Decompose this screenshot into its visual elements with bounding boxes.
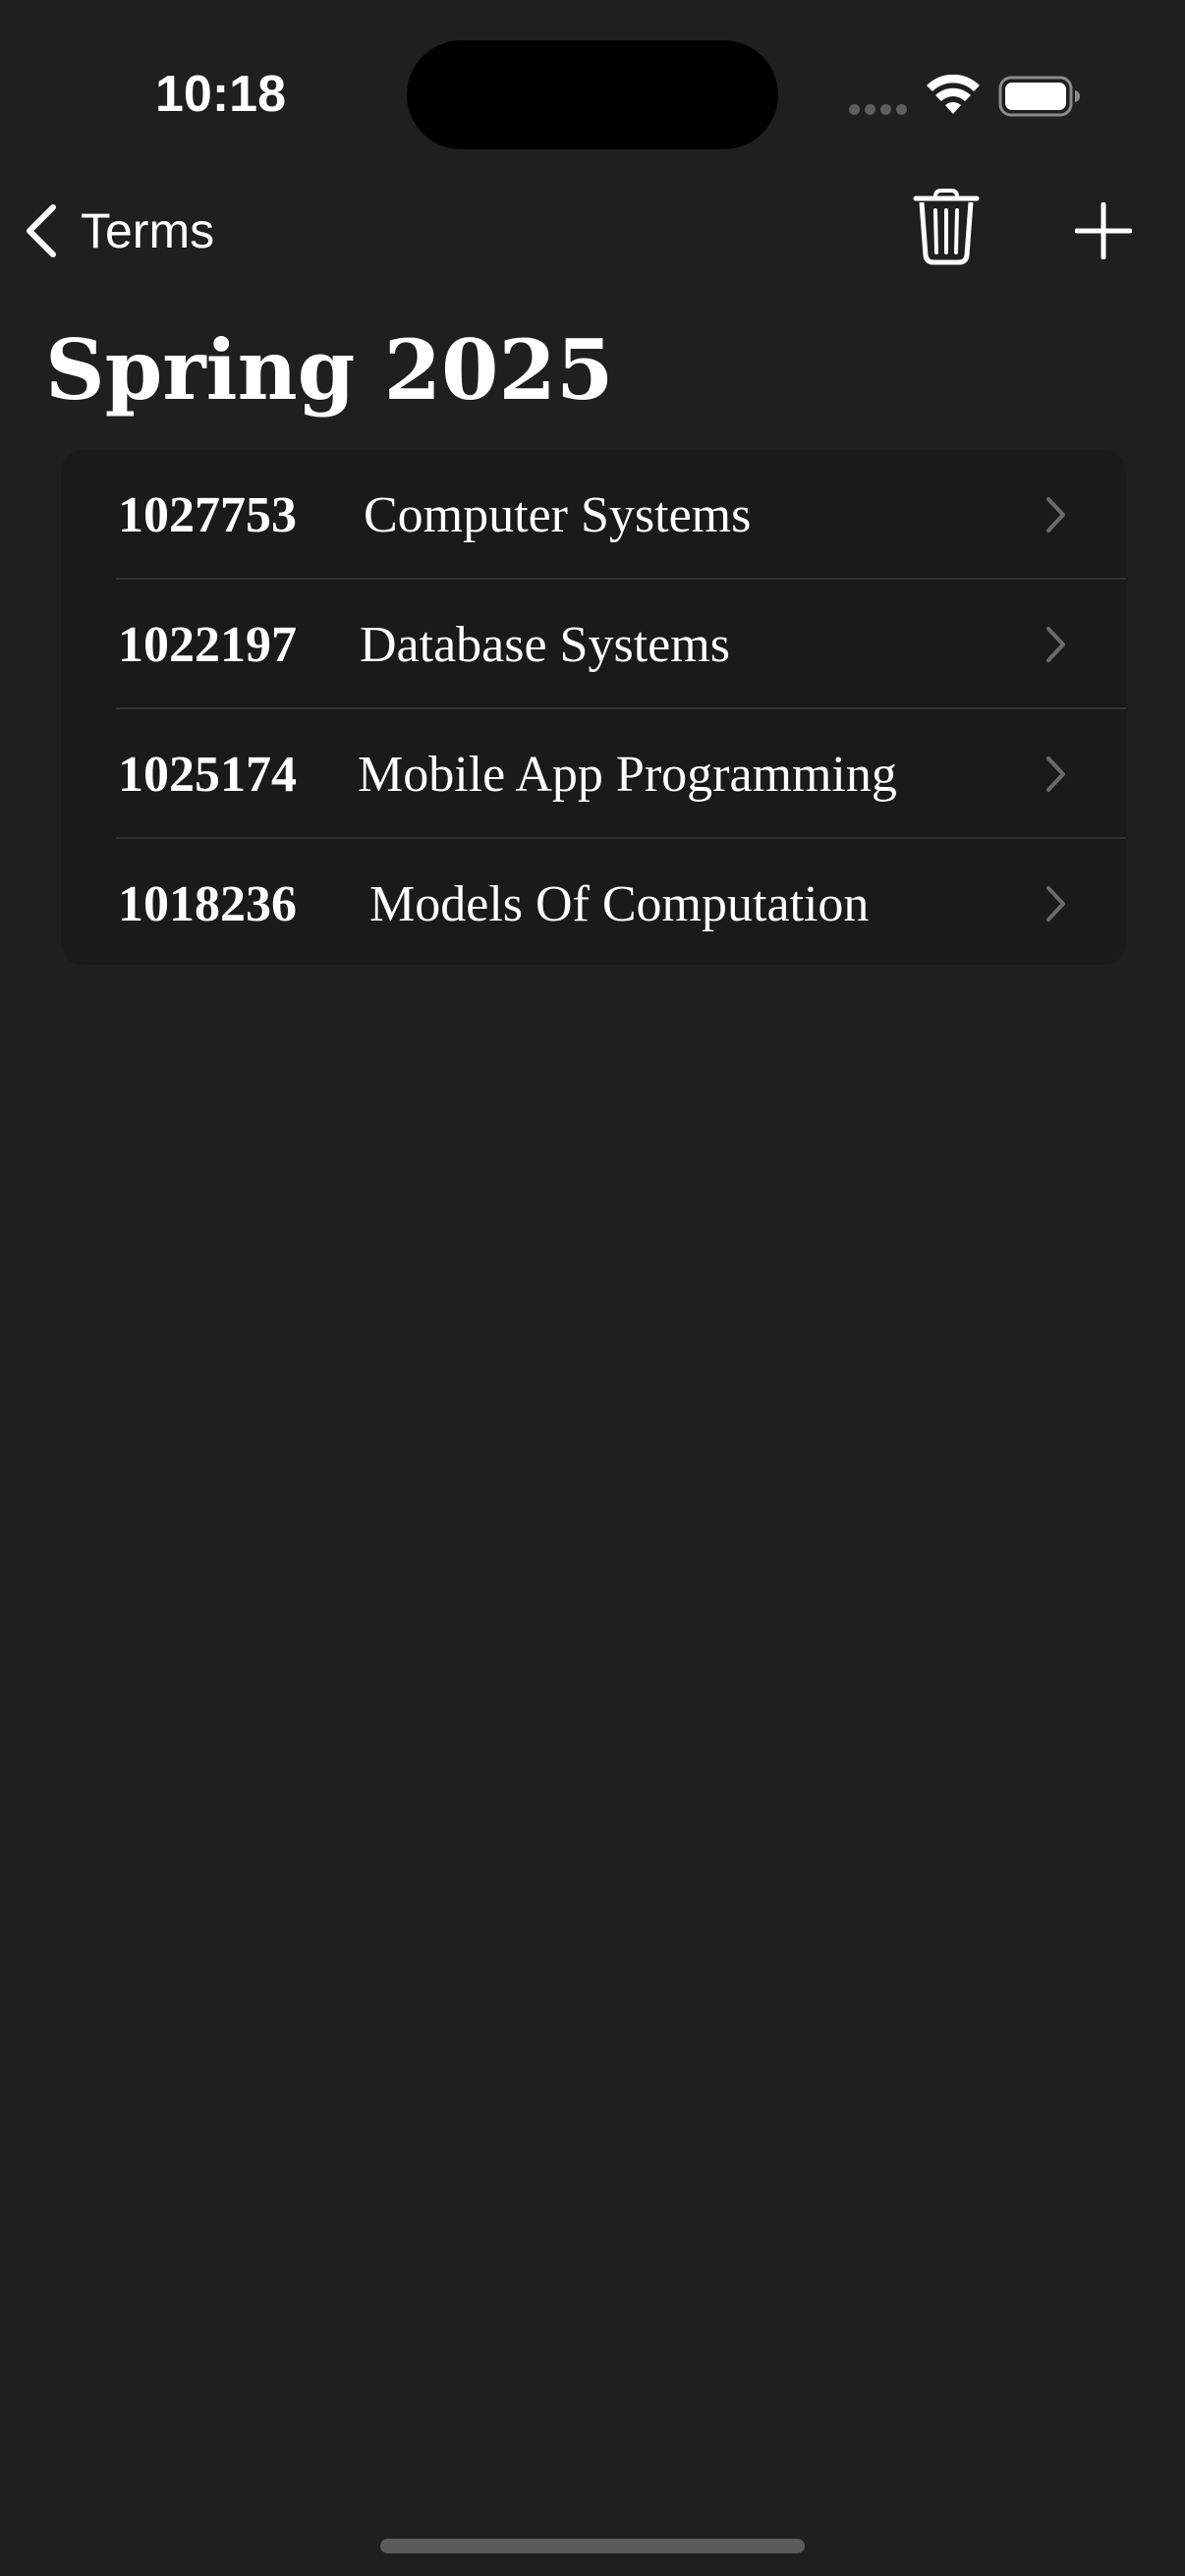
course-name: Database Systems xyxy=(360,616,730,673)
back-button[interactable]: Terms xyxy=(22,195,214,267)
course-list: 1027753 Computer Systems 1022197 Databas… xyxy=(61,450,1126,965)
course-name: Computer Systems xyxy=(364,486,752,543)
signal-dots-icon xyxy=(849,104,908,116)
list-item[interactable]: 1022197 Database Systems xyxy=(61,580,1126,709)
battery-icon xyxy=(998,76,1080,117)
course-name: Models Of Computation xyxy=(369,875,870,932)
home-indicator[interactable] xyxy=(380,2539,805,2553)
trash-icon[interactable] xyxy=(912,189,981,265)
list-item[interactable]: 1018236 Models Of Computation xyxy=(61,839,1126,965)
plus-icon[interactable] xyxy=(1075,202,1132,259)
course-code: 1027753 xyxy=(118,486,297,543)
status-time: 10:18 xyxy=(155,66,286,123)
course-code: 1022197 xyxy=(118,616,297,673)
chevron-right-icon xyxy=(1046,627,1065,662)
chevron-right-icon xyxy=(1046,756,1065,792)
page-title: Spring 2025 xyxy=(45,321,614,419)
list-item[interactable]: 1027753 Computer Systems xyxy=(61,450,1126,580)
dynamic-island xyxy=(407,40,778,149)
course-code: 1025174 xyxy=(118,746,297,803)
course-code: 1018236 xyxy=(118,875,297,932)
course-name: Mobile App Programming xyxy=(358,746,897,803)
back-button-label: Terms xyxy=(81,203,215,258)
wifi-icon xyxy=(927,75,980,114)
chevron-left-icon xyxy=(27,204,56,257)
list-item[interactable]: 1025174 Mobile App Programming xyxy=(61,709,1126,839)
chevron-right-icon xyxy=(1046,497,1065,532)
chevron-right-icon xyxy=(1046,886,1065,922)
